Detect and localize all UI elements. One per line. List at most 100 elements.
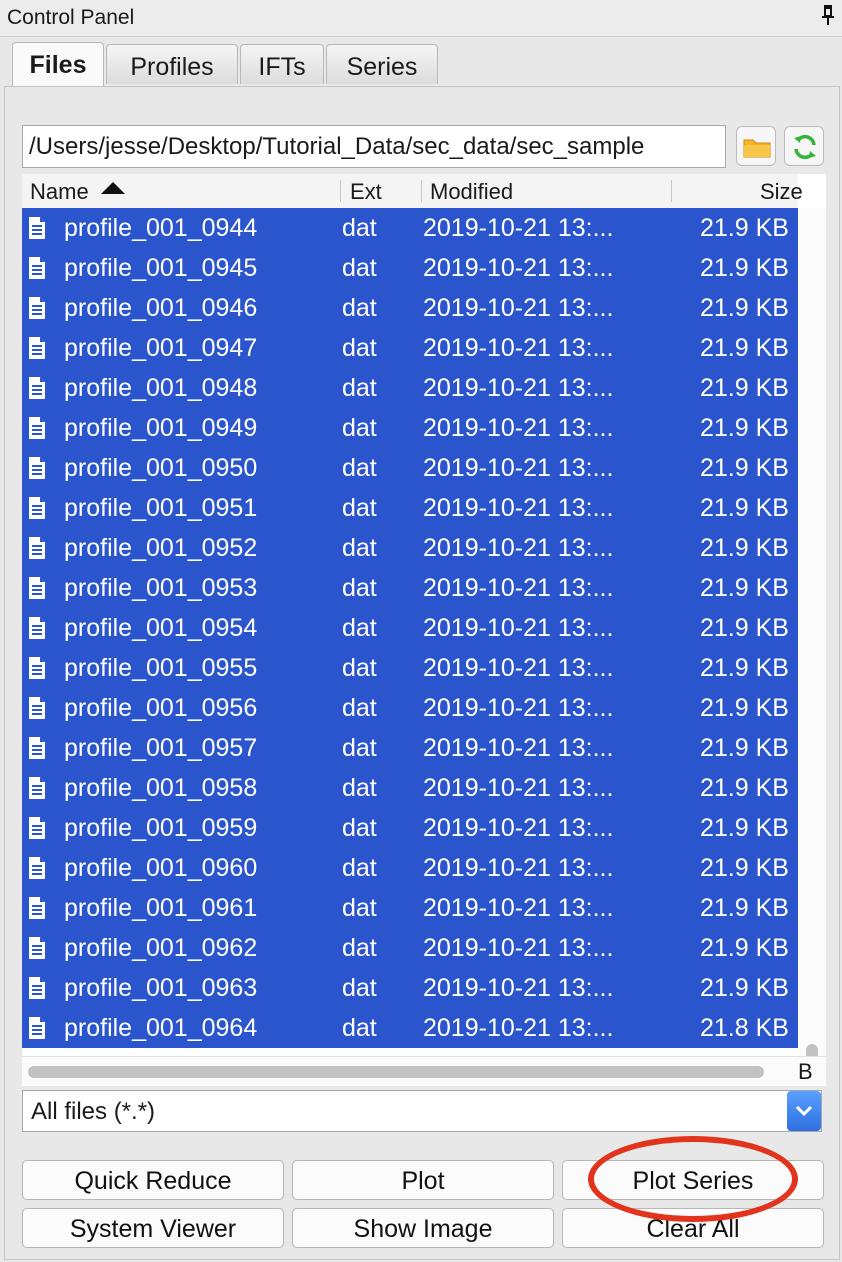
horizontal-scroll-thumb[interactable] — [28, 1066, 764, 1078]
file-ext: dat — [342, 694, 377, 722]
file-name: profile_001_0951 — [64, 494, 258, 522]
file-icon — [29, 217, 45, 239]
file-name: profile_001_0959 — [64, 814, 258, 842]
file-icon — [29, 577, 45, 599]
pin-icon[interactable] — [820, 4, 836, 32]
file-row[interactable]: profile_001_0956 dat 2019-10-21 13:... 21.9… — [22, 688, 798, 728]
file-size: 21.9 KB — [700, 254, 789, 282]
column-divider[interactable] — [421, 180, 422, 202]
sort-ascending-icon — [101, 182, 125, 194]
file-row[interactable]: profile_001_0945 dat 2019-10-21 13:... 21.9… — [22, 248, 798, 288]
file-row[interactable]: profile_001_0960 dat 2019-10-21 13:... 21.9… — [22, 848, 798, 888]
system-viewer-button[interactable]: System Viewer — [22, 1208, 284, 1248]
file-modified: 2019-10-21 13:... — [423, 334, 614, 362]
file-name: profile_001_0948 — [64, 374, 258, 402]
file-row[interactable]: profile_001_0961 dat 2019-10-21 13:... 21.9… — [22, 888, 798, 928]
file-modified: 2019-10-21 13:... — [423, 734, 614, 762]
file-row[interactable]: profile_001_0946 dat 2019-10-21 13:... 21.9… — [22, 288, 798, 328]
file-type-filter-select[interactable]: All files (*.*) — [22, 1090, 822, 1132]
file-name: profile_001_0958 — [64, 774, 258, 802]
file-rows: profile_001_0944dat 2019-10-21 13:... 21.9… — [22, 208, 798, 1048]
file-ext: dat — [342, 294, 377, 322]
dropdown-button[interactable] — [787, 1091, 821, 1131]
file-modified: 2019-10-21 13:... — [423, 574, 614, 602]
file-list[interactable]: Name Ext Modified Size profile_001_0944d… — [22, 174, 826, 1086]
file-ext: dat — [342, 894, 377, 922]
file-ext: dat — [342, 1014, 377, 1042]
file-size: 21.9 KB — [700, 534, 789, 562]
file-row[interactable]: profile_001_0958 dat 2019-10-21 13:... 21.9… — [22, 768, 798, 808]
column-header-size[interactable]: Size — [760, 179, 803, 205]
file-modified: 2019-10-21 13:... — [423, 814, 614, 842]
file-name: profile_001_0954 — [64, 614, 258, 642]
column-divider[interactable] — [340, 180, 341, 202]
file-icon — [29, 617, 45, 639]
plot-button[interactable]: Plot — [292, 1160, 554, 1200]
file-row[interactable]: profile_001_0963 dat 2019-10-21 13:... 21.9… — [22, 968, 798, 1008]
file-ext: dat — [342, 854, 377, 882]
column-header-name[interactable]: Name — [30, 179, 89, 205]
file-icon — [29, 257, 45, 279]
refresh-icon — [794, 134, 816, 160]
file-row[interactable]: profile_001_0957 dat 2019-10-21 13:... 21.9… — [22, 728, 798, 768]
file-icon — [29, 777, 45, 799]
file-row[interactable]: profile_001_0949 dat 2019-10-21 13:... 21.9… — [22, 408, 798, 448]
file-row[interactable]: profile_001_0962 dat 2019-10-21 13:... 21.9… — [22, 928, 798, 968]
file-size: 21.9 KB — [700, 654, 789, 682]
file-modified: 2019-10-21 13:... — [423, 774, 614, 802]
title-bar: Control Panel — [0, 0, 842, 37]
tab-profiles[interactable]: Profiles — [106, 44, 238, 84]
column-header-modified[interactable]: Modified — [430, 179, 513, 205]
vertical-scrollbar[interactable] — [800, 208, 826, 1080]
file-row[interactable]: profile_001_0951 dat 2019-10-21 13:... 21.9… — [22, 488, 798, 528]
file-row[interactable]: profile_001_0955 dat 2019-10-21 13:... 21.9… — [22, 648, 798, 688]
file-row[interactable]: profile_001_0950 dat 2019-10-21 13:... 21.9… — [22, 448, 798, 488]
file-size: 21.9 KB — [700, 494, 789, 522]
file-modified: 2019-10-21 13:... — [423, 854, 614, 882]
tab-files[interactable]: Files — [12, 42, 104, 86]
file-name: profile_001_0950 — [64, 454, 258, 482]
file-icon — [29, 937, 45, 959]
file-row[interactable]: profile_001_0947 dat 2019-10-21 13:... 21.9… — [22, 328, 798, 368]
file-modified: 2019-10-21 13:... — [423, 1014, 614, 1042]
show-image-button[interactable]: Show Image — [292, 1208, 554, 1248]
column-header-ext[interactable]: Ext — [350, 179, 382, 205]
file-row[interactable]: profile_001_0944 dat 2019-10-21 13:... 21.9… — [22, 208, 798, 248]
file-ext: dat — [342, 814, 377, 842]
file-row[interactable]: profile_001_0959 dat 2019-10-21 13:... 21.9… — [22, 808, 798, 848]
file-name: profile_001_0944 — [64, 214, 258, 242]
tab-ifts[interactable]: IFTs — [240, 44, 324, 84]
file-name: profile_001_0946 — [64, 294, 258, 322]
file-size: 21.9 KB — [700, 614, 789, 642]
tab-series[interactable]: Series — [326, 44, 438, 84]
file-size: 21.9 KB — [700, 734, 789, 762]
file-size: 21.9 KB — [700, 694, 789, 722]
file-icon — [29, 697, 45, 719]
refresh-button[interactable] — [784, 126, 824, 166]
file-size: 21.9 KB — [700, 294, 789, 322]
file-size: 21.9 KB — [700, 934, 789, 962]
file-ext: dat — [342, 334, 377, 362]
quick-reduce-button[interactable]: Quick Reduce — [22, 1160, 284, 1200]
file-icon — [29, 737, 45, 759]
file-icon — [29, 457, 45, 479]
clear-all-button[interactable]: Clear All — [562, 1208, 824, 1248]
file-modified: 2019-10-21 13:... — [423, 494, 614, 522]
plot-series-button[interactable]: Plot Series — [562, 1160, 824, 1200]
file-modified: 2019-10-21 13:... — [423, 374, 614, 402]
open-folder-button[interactable] — [736, 126, 776, 166]
file-row[interactable]: profile_001_0954 dat 2019-10-21 13:... 21.9… — [22, 608, 798, 648]
folder-icon — [743, 139, 771, 158]
file-size: 21.9 KB — [700, 774, 789, 802]
file-size: 21.9 KB — [700, 814, 789, 842]
file-ext: dat — [342, 254, 377, 282]
file-row[interactable]: profile_001_0953 dat 2019-10-21 13:... 21.9… — [22, 568, 798, 608]
file-row[interactable]: profile_001_0964 dat 2019-10-21 13:... 21.8… — [22, 1008, 798, 1048]
file-row[interactable]: profile_001_0952 dat 2019-10-21 13:... 21.9… — [22, 528, 798, 568]
path-input[interactable]: /Users/jesse/Desktop/Tutorial_Data/sec_d… — [22, 125, 726, 168]
file-row[interactable]: profile_001_0948 dat 2019-10-21 13:... 21.9… — [22, 368, 798, 408]
file-size: 21.9 KB — [700, 854, 789, 882]
column-divider[interactable] — [671, 180, 672, 202]
file-ext: dat — [342, 934, 377, 962]
horizontal-scrollbar[interactable]: B — [22, 1056, 826, 1086]
